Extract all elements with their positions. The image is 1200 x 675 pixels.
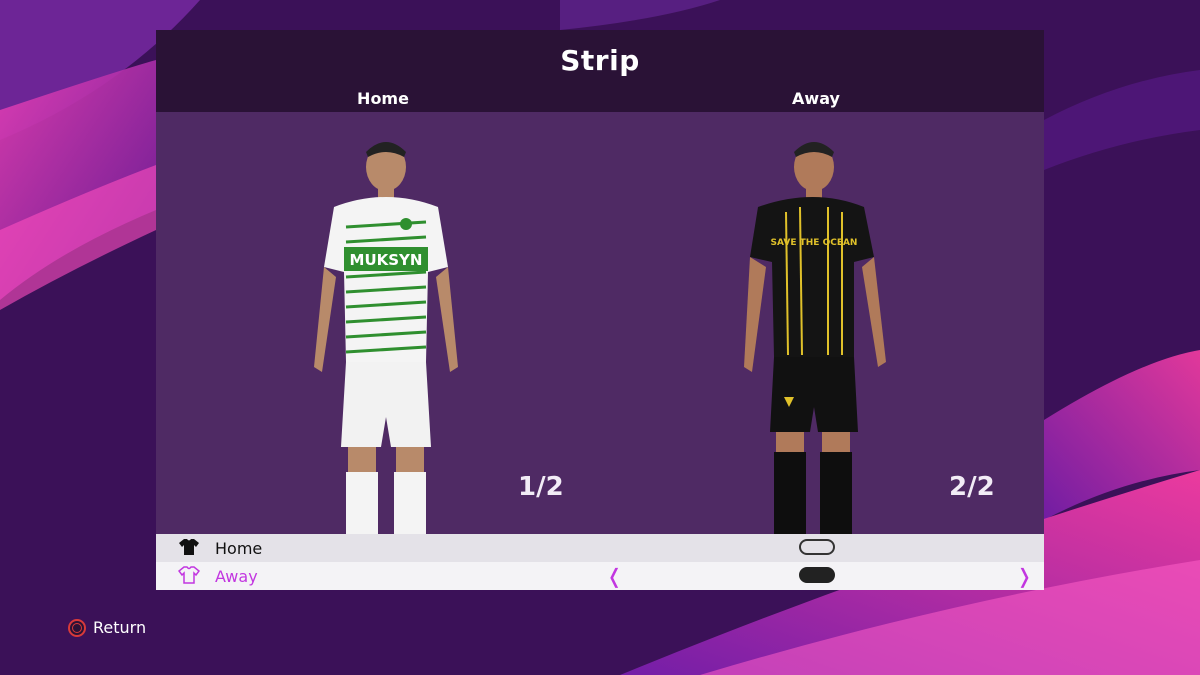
circle-button-icon (68, 618, 86, 637)
arrow-left-icon[interactable]: ❬ (606, 564, 623, 588)
svg-text:SAVE THE OCEAN: SAVE THE OCEAN (771, 238, 858, 248)
home-toggle[interactable] (799, 539, 835, 555)
shirt-outline-icon (177, 566, 201, 588)
option-label-home: Home (215, 539, 263, 558)
option-row-away[interactable]: Away ❬ ❭ (156, 562, 1044, 590)
option-label-away: Away (215, 567, 258, 586)
strip-panel: Strip Home Away MUKSYN 1/2 SAVE THE OCEA… (156, 30, 1044, 590)
panel-title: Strip (560, 44, 640, 77)
away-kit-counter: 2/2 (949, 472, 995, 502)
home-kit-player: MUKSYN (314, 142, 458, 534)
kit-preview-area: MUKSYN 1/2 SAVE THE OCEAN 2/2 (156, 112, 1044, 534)
shirt-icon (178, 538, 200, 560)
option-row-home[interactable]: Home (156, 534, 1044, 562)
away-toggle[interactable] (799, 567, 835, 583)
arrow-right-icon[interactable]: ❭ (1016, 564, 1033, 588)
return-label: Return (93, 618, 147, 637)
column-header-away: Away (792, 89, 840, 108)
strip-options-list: Home Away ❬ ❭ (156, 534, 1044, 590)
away-kit-player: SAVE THE OCEAN (744, 142, 886, 534)
svg-text:MUKSYN: MUKSYN (350, 251, 423, 269)
panel-header: Strip Home Away (156, 30, 1044, 112)
home-kit-counter: 1/2 (518, 472, 564, 502)
return-button[interactable]: Return (68, 618, 146, 637)
column-header-home: Home (357, 89, 409, 108)
